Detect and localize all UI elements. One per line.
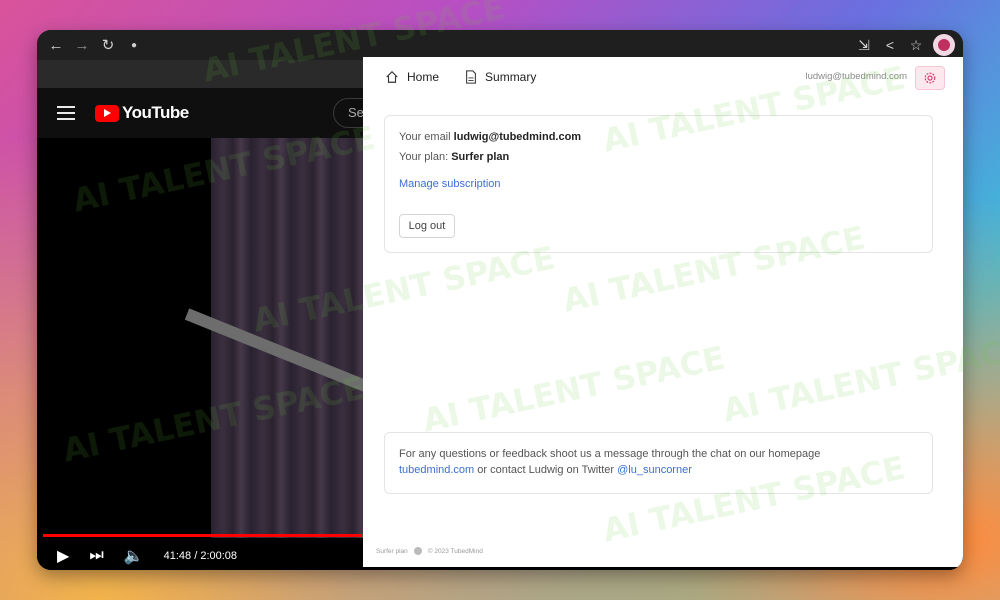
time-display: 41:48 / 2:00:08 xyxy=(163,550,238,562)
install-app-icon[interactable]: ⇲ xyxy=(855,37,873,54)
next-icon[interactable]: ⏭ xyxy=(89,547,103,565)
youtube-play-icon xyxy=(95,104,119,122)
plan-prefix: Your plan: xyxy=(399,151,449,163)
footer-copyright: © 2023 TubedMind xyxy=(427,547,483,555)
youtube-logo[interactable]: YouTube xyxy=(95,103,189,123)
manage-subscription-link[interactable]: Manage subscription xyxy=(399,178,501,190)
plan-row: Your plan: Surfer plan xyxy=(399,151,509,163)
profile-avatar[interactable] xyxy=(933,34,955,56)
panel-nav: Home Summary ludwig@tubedmind.com xyxy=(363,57,963,97)
bookmark-star-icon[interactable]: ☆ xyxy=(907,37,925,54)
tubedmind-panel: Home Summary ludwig@tubedmind.com Your e… xyxy=(363,57,963,567)
gear-icon xyxy=(924,72,936,84)
nav-home-label: Home xyxy=(407,70,440,84)
plan-value: Surfer plan xyxy=(451,151,510,163)
twitter-link[interactable]: @lu_suncorner xyxy=(617,464,692,476)
menu-icon[interactable] xyxy=(57,106,75,120)
feedback-card: For any questions or feedback shoot us a… xyxy=(384,432,933,494)
document-icon xyxy=(466,70,476,84)
header-user-email: ludwig@tubedmind.com xyxy=(805,71,907,82)
share-icon[interactable]: < xyxy=(881,37,899,53)
panel-footer: Surfer plan © 2023 TubedMind xyxy=(376,547,483,555)
home-icon xyxy=(386,70,398,83)
nav-summary-label: Summary xyxy=(485,70,537,84)
feedback-text-2: or contact Ludwig on Twitter xyxy=(477,464,615,476)
browser-window: ← → ↻ ● ⇲ < ☆ YouTube Se ▶ ⏭ 🔈 41:48 / 2… xyxy=(37,30,963,570)
nav-home[interactable]: Home xyxy=(385,70,439,84)
back-icon[interactable]: ← xyxy=(45,37,67,54)
youtube-logo-text: YouTube xyxy=(122,103,189,122)
footer-plan: Surfer plan xyxy=(376,547,408,555)
account-card: Your email ludwig@tubedmind.com Your pla… xyxy=(384,115,933,253)
volume-icon[interactable]: 🔈 xyxy=(124,546,144,566)
feedback-text: For any questions or feedback shoot us a… xyxy=(399,448,821,460)
settings-button[interactable] xyxy=(915,66,945,90)
logout-button[interactable]: Log out xyxy=(399,214,455,238)
play-icon[interactable]: ▶ xyxy=(57,546,69,566)
lock-icon: ● xyxy=(130,39,138,51)
email-value: ludwig@tubedmind.com xyxy=(453,131,582,143)
reload-icon[interactable]: ↻ xyxy=(97,36,119,54)
tubedmind-logo-icon xyxy=(413,547,422,555)
nav-summary[interactable]: Summary xyxy=(465,70,536,84)
forward-icon[interactable]: → xyxy=(71,37,93,54)
video-progress-fill xyxy=(43,534,363,537)
homepage-link[interactable]: tubedmind.com xyxy=(399,464,474,476)
email-prefix: Your email xyxy=(399,131,451,143)
browser-topbar: ← → ↻ ● ⇲ < ☆ xyxy=(37,30,963,60)
email-row: Your email ludwig@tubedmind.com xyxy=(399,131,581,143)
